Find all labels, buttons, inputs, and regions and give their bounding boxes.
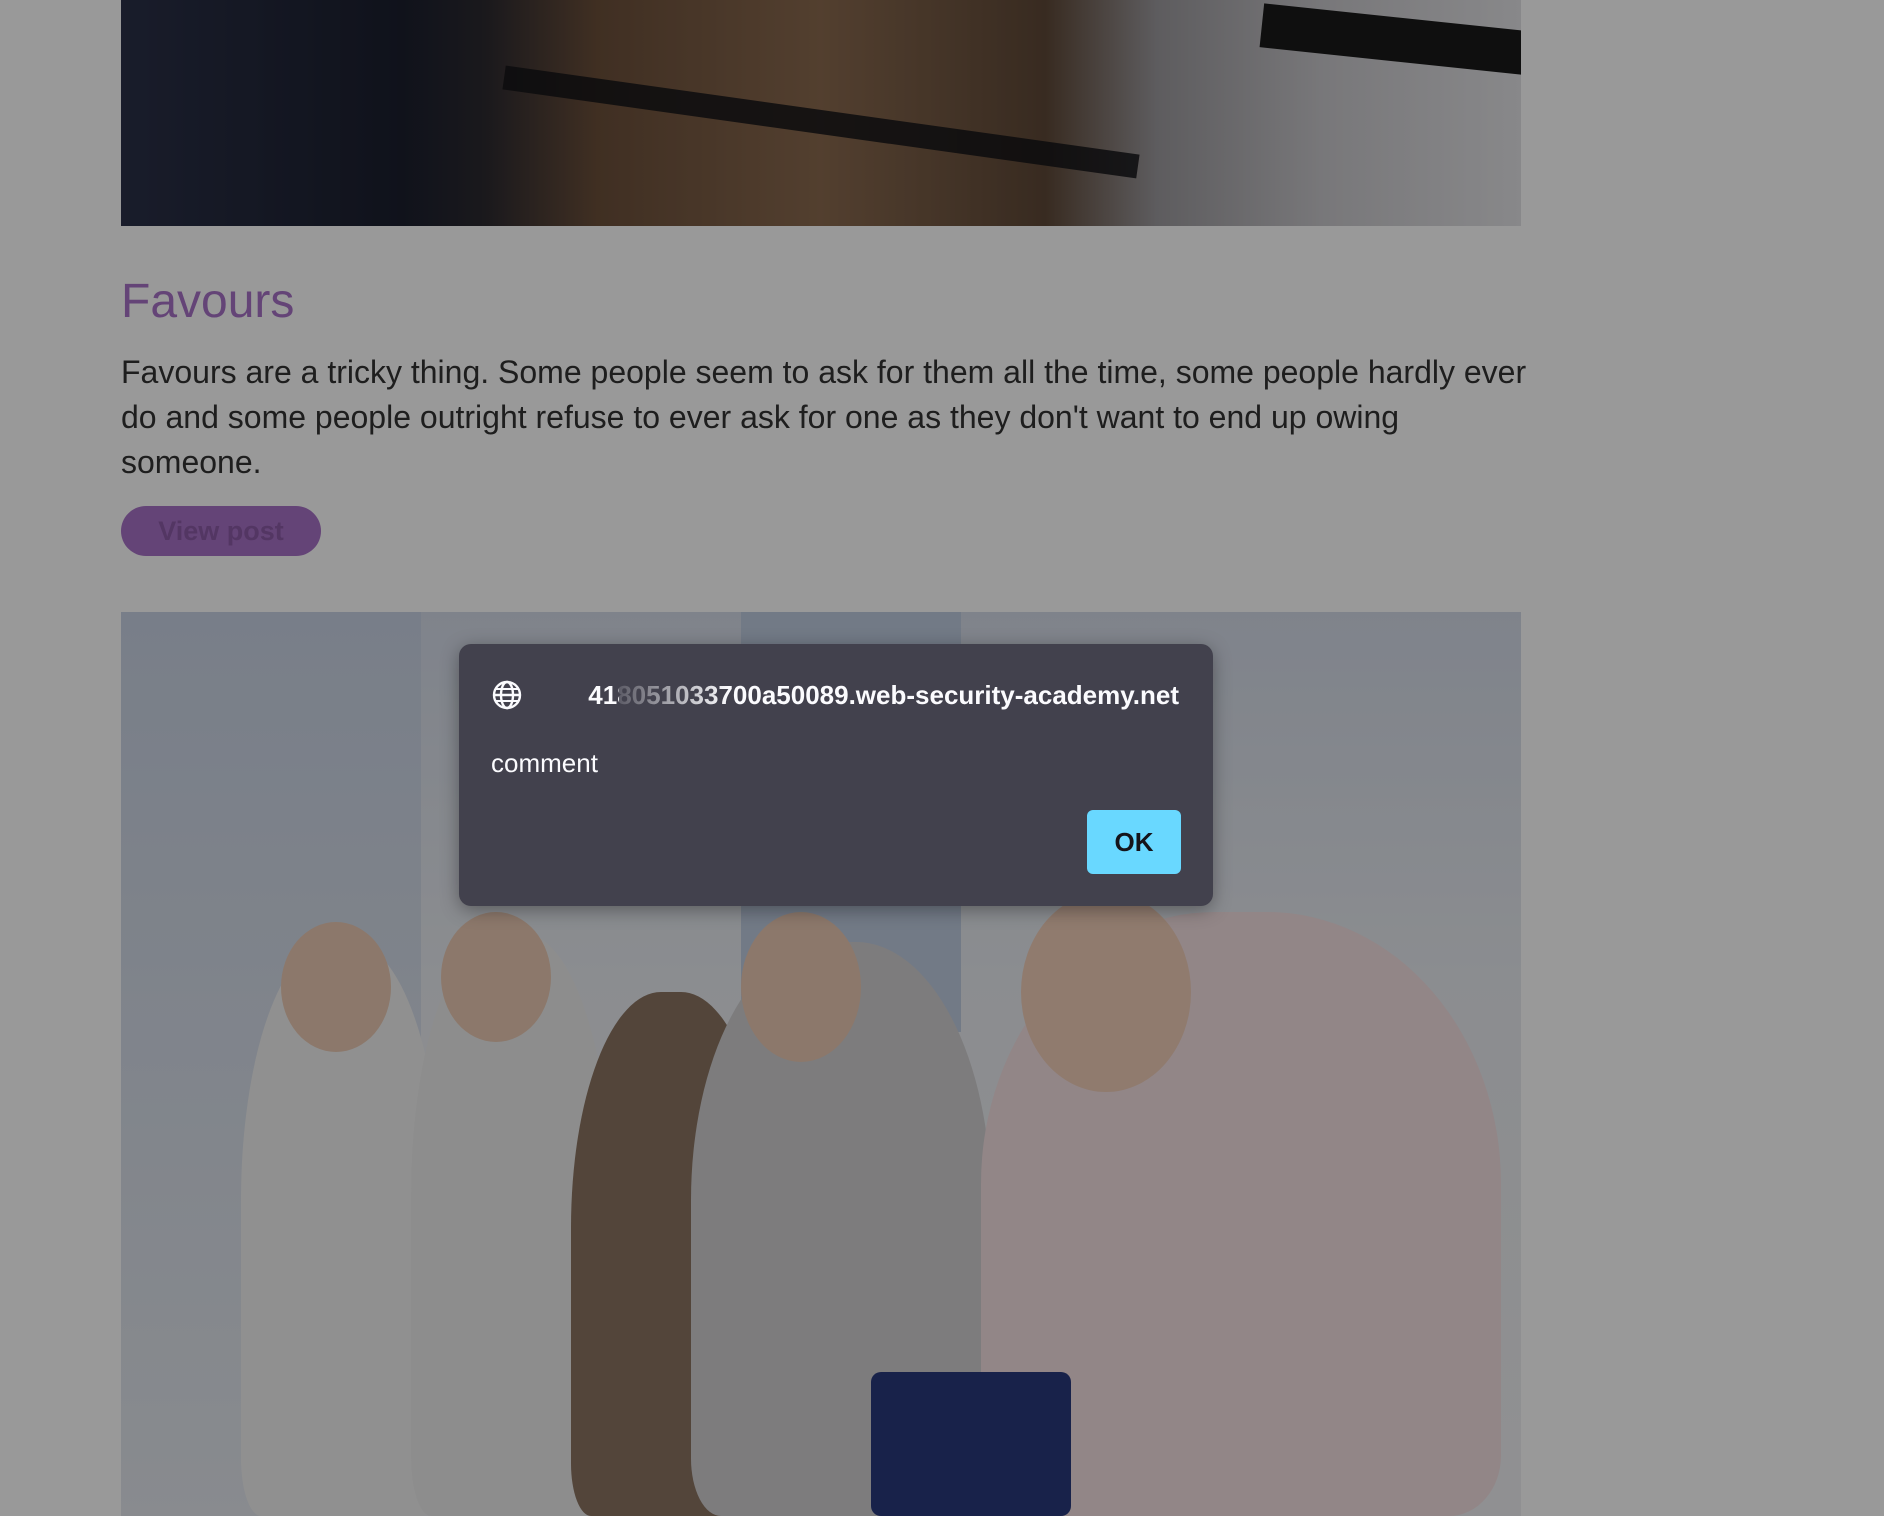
globe-icon — [492, 680, 522, 710]
alert-header: 418051033700a50089.web-security-academy.… — [491, 677, 1181, 713]
alert-dialog: 418051033700a50089.web-security-academy.… — [459, 644, 1213, 906]
blog-page: Favours Favours are a tricky thing. Some… — [0, 0, 1884, 1516]
alert-message: comment — [491, 748, 598, 778]
ok-button[interactable]: OK — [1087, 810, 1181, 874]
alert-origin: 418051033700a50089.web-security-academy.… — [539, 679, 1179, 711]
alert-origin-text: 418051033700a50089.web-security-academy.… — [588, 679, 1179, 710]
